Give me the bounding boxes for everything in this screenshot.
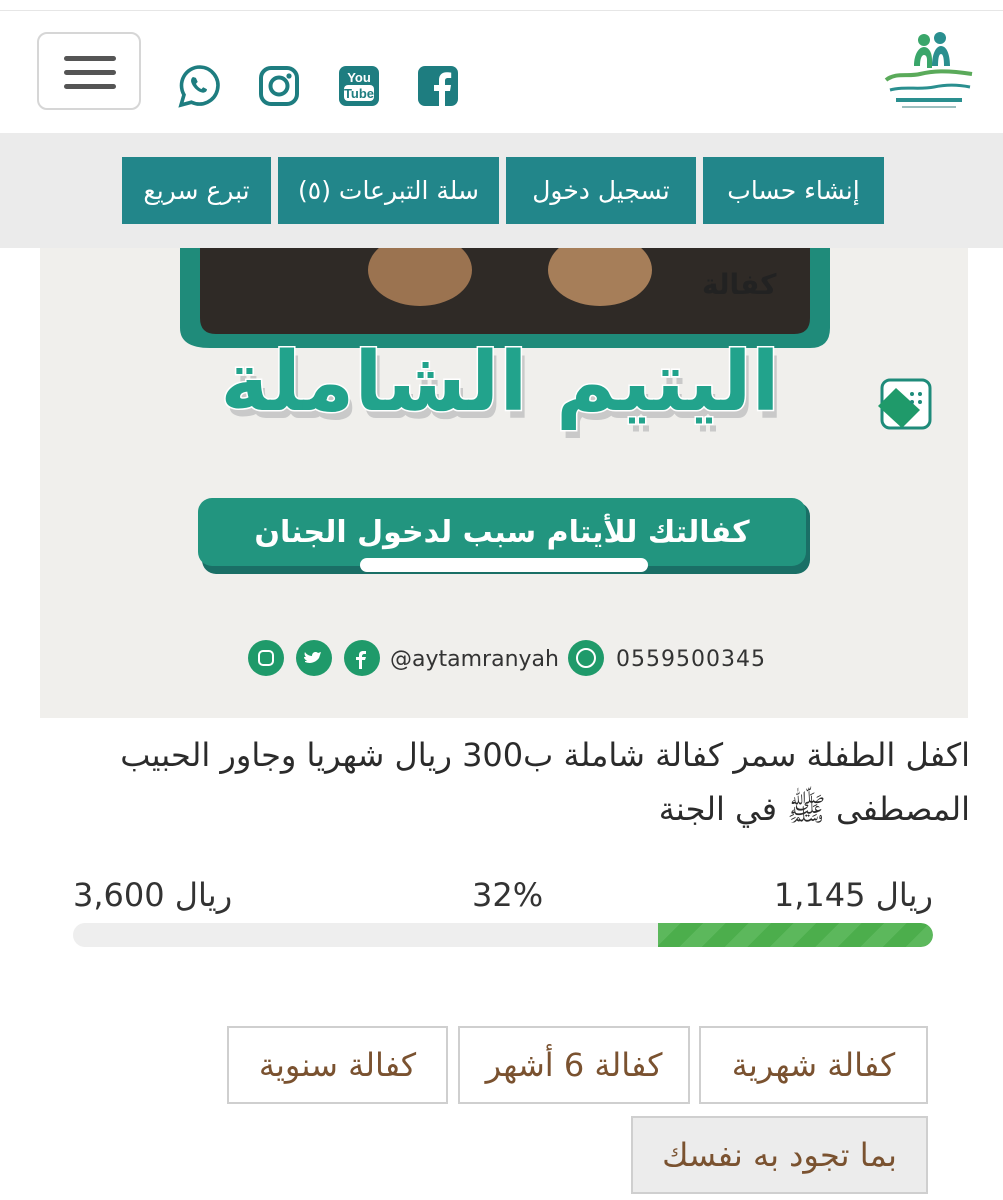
campaign-title: اكفل الطفلة سمر كفالة شاملة ب300 ريال شه… xyxy=(120,736,970,828)
facebook-icon[interactable] xyxy=(416,64,460,108)
yearly-sponsorship-option[interactable]: كفالة سنوية xyxy=(227,1026,448,1104)
donation-cart-button[interactable]: سلة التبرعات (٥) xyxy=(278,157,499,224)
organization-logo xyxy=(884,32,973,108)
menu-bar xyxy=(64,56,116,61)
whatsapp-icon[interactable] xyxy=(178,64,222,108)
banner-tagline: كفالتك للأيتام سبب لدخول الجنان xyxy=(254,513,750,550)
menu-bar xyxy=(64,84,116,89)
progress-bar-fill xyxy=(657,923,933,947)
raised-amount: 1,145 ريال xyxy=(773,876,933,914)
banner-caption-small: كفالة xyxy=(702,268,777,301)
six-month-sponsorship-option[interactable]: كفالة 6 أشهر xyxy=(458,1026,690,1104)
site-header xyxy=(0,11,1003,133)
campaign-banner-image: كفالة اليتيم الشاملة اليتيم الشاملة كفال… xyxy=(40,248,968,718)
menu-button[interactable] xyxy=(37,32,141,110)
progress-percent: 32% xyxy=(472,876,544,914)
custom-amount-option[interactable]: بما تجود به نفسك xyxy=(631,1116,928,1194)
goal-amount: 3,600 ريال xyxy=(73,876,233,914)
quick-donate-button[interactable]: تبرع سريع xyxy=(122,157,271,224)
instagram-icon[interactable] xyxy=(257,64,301,108)
youtube-text: You xyxy=(347,70,371,85)
signup-button[interactable]: إنشاء حساب xyxy=(703,157,884,224)
banner-caption-big: اليتيم الشاملة xyxy=(220,335,779,430)
youtube-text: Tube xyxy=(344,86,374,101)
youtube-icon[interactable]: You Tube xyxy=(337,64,381,108)
banner-handle: @aytamranyah xyxy=(390,647,559,672)
login-button[interactable]: تسجيل دخول xyxy=(506,157,696,224)
menu-bar xyxy=(64,70,116,75)
monthly-sponsorship-option[interactable]: كفالة شهرية xyxy=(699,1026,928,1104)
progress-bar xyxy=(73,923,933,947)
banner-phone: 0559500345 xyxy=(616,647,766,672)
banner-logo-mark xyxy=(878,378,932,430)
